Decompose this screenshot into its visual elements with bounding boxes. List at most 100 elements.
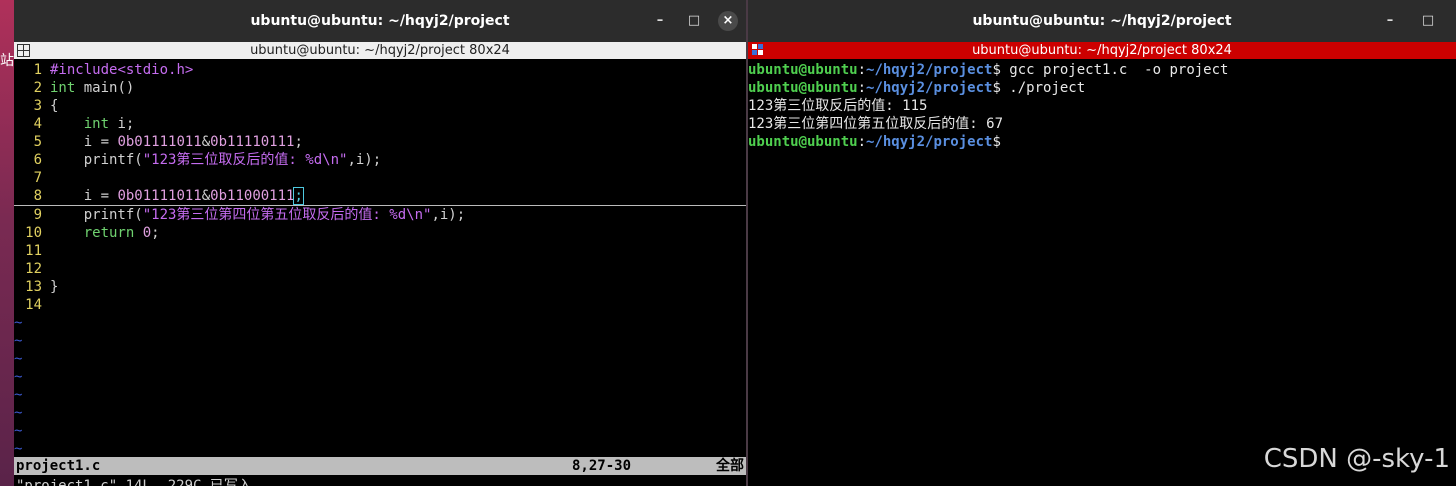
code-token: ;: [151, 225, 160, 241]
shell-output[interactable]: ubuntu@ubuntu:~/hqyj2/project$ gcc proje…: [748, 61, 1456, 151]
line-number: 14: [25, 297, 42, 313]
empty-line-marker: ~: [14, 351, 23, 367]
code-token: printf(: [50, 152, 143, 168]
code-line[interactable]: 2 int main(): [14, 79, 746, 97]
minimize-button[interactable]: –: [1380, 11, 1400, 31]
status-filename: project1.c: [16, 458, 101, 474]
empty-line-marker: ~: [14, 369, 23, 385]
vim-editor[interactable]: 1 #include<stdio.h> 2 int main() 3{4 int i; 5…: [14, 61, 746, 458]
line-number: 5: [33, 134, 42, 150]
output-text: 123第三位取反后的值: 115: [748, 98, 928, 114]
code-line[interactable]: 10 return 0;: [14, 224, 746, 242]
prompt-user: ubuntu@ubuntu: [748, 134, 858, 150]
code-token: "123第三位取反后的值: %d\n": [142, 152, 348, 168]
empty-line-marker: ~: [14, 405, 23, 421]
prompt-path: ~/hqyj2/project: [866, 80, 993, 96]
line-number: 13: [25, 279, 42, 295]
window-titlebar[interactable]: ubuntu@ubuntu: ~/hqyj2/project – □ ×: [14, 0, 746, 42]
desktop-background: 站: [0, 0, 14, 486]
terminal-window-shell[interactable]: ubuntu@ubuntu: ~/hqyj2/project – □ ubunt…: [748, 0, 1456, 486]
prompt-user: ubuntu@ubuntu: [748, 80, 858, 96]
line-number: 7: [33, 170, 42, 186]
line-number: 6: [33, 152, 42, 168]
status-scroll-percent: 全部: [716, 458, 744, 474]
code-line[interactable]: 1 #include<stdio.h>: [14, 61, 746, 79]
desktop-edge-glyph: 站: [0, 53, 14, 69]
code-token: &: [201, 134, 211, 150]
shell-prompt-line: ubuntu@ubuntu:~/hqyj2/project$ gcc proje…: [748, 61, 1456, 79]
code-token: i =: [50, 188, 118, 204]
prompt-separator: :: [857, 62, 867, 78]
code-token: return: [83, 225, 135, 241]
prompt-path: ~/hqyj2/project: [866, 134, 993, 150]
prompt-path: ~/hqyj2/project: [866, 62, 993, 78]
empty-line-marker: ~: [14, 441, 23, 457]
line-number: 8: [33, 188, 42, 204]
shell-prompt-line: ubuntu@ubuntu:~/hqyj2/project$: [748, 133, 1456, 151]
prompt-user: ubuntu@ubuntu: [748, 62, 858, 78]
code-line[interactable]: 13}: [14, 278, 746, 296]
line-number: 10: [25, 225, 42, 241]
code-token: ;: [294, 134, 303, 150]
code-token: 0b01111011: [117, 188, 202, 204]
code-token: main(): [75, 80, 135, 96]
code-token: <stdio.h>: [117, 62, 194, 78]
terminal-subtitle: ubuntu@ubuntu: ~/hqyj2/project 80x24: [972, 43, 1232, 58]
line-number: 2: [33, 80, 42, 96]
window-title: ubuntu@ubuntu: ~/hqyj2/project: [250, 13, 510, 29]
code-token: ,i);: [431, 207, 466, 223]
code-line[interactable]: 9 printf("123第三位第四位第五位取反后的值: %d\n",i);: [14, 206, 746, 224]
code-token: &: [201, 188, 211, 204]
code-token: "123第三位第四位第五位取反后的值: %d\n": [142, 207, 432, 223]
code-line[interactable]: 5 i = 0b01111011&0b11110111;: [14, 133, 746, 151]
maximize-button[interactable]: □: [684, 11, 704, 31]
code-line[interactable]: 11: [14, 242, 746, 260]
shell-prompt-line: ubuntu@ubuntu:~/hqyj2/project$ ./project: [748, 79, 1456, 97]
program-output-line: 123第三位第四位第五位取反后的值: 67: [748, 115, 1456, 133]
code-token: ,i);: [347, 152, 382, 168]
window-titlebar[interactable]: ubuntu@ubuntu: ~/hqyj2/project – □: [748, 0, 1456, 42]
code-token: 0b01111011: [117, 134, 202, 150]
prompt-separator: :: [857, 80, 867, 96]
terminal-subtitle-bar: ubuntu@ubuntu: ~/hqyj2/project 80x24: [748, 42, 1456, 59]
code-token: 0: [142, 225, 152, 241]
code-line[interactable]: 6 printf("123第三位取反后的值: %d\n",i);: [14, 151, 746, 169]
line-number: 12: [25, 261, 42, 277]
shell-command: $ gcc project1.c -o project: [992, 62, 1229, 78]
code-line[interactable]: 3{: [14, 97, 746, 115]
terminal-subtitle: ubuntu@ubuntu: ~/hqyj2/project 80x24: [250, 43, 510, 58]
code-line[interactable]: 8 i = 0b01111011&0b11000111;: [14, 187, 746, 206]
terminal-window-editor[interactable]: ubuntu@ubuntu: ~/hqyj2/project – □ × ubu…: [14, 0, 746, 486]
code-token: 0b11110111: [210, 134, 295, 150]
empty-line-marker: ~: [14, 387, 23, 403]
line-number: 11: [25, 243, 42, 259]
line-number: 9: [33, 207, 42, 223]
code-line[interactable]: 12: [14, 260, 746, 278]
text-cursor: ;: [293, 187, 304, 205]
code-line[interactable]: 4 int i;: [14, 115, 746, 133]
output-text: 123第三位第四位第五位取反后的值: 67: [748, 116, 1004, 132]
minimize-button[interactable]: –: [650, 11, 670, 31]
shell-command: $ ./project: [992, 80, 1086, 96]
code-line[interactable]: 14: [14, 296, 746, 314]
window-title: ubuntu@ubuntu: ~/hqyj2/project: [972, 13, 1232, 29]
line-number: 1: [33, 62, 42, 78]
code-token: 0b11000111: [210, 188, 295, 204]
csdn-watermark: CSDN @-sky-1: [1263, 444, 1450, 474]
code-token: int: [50, 80, 76, 96]
shell-command: $: [992, 134, 1001, 150]
code-token: i =: [50, 134, 118, 150]
line-number: 4: [33, 116, 42, 132]
program-output-line: 123第三位取反后的值: 115: [748, 97, 1456, 115]
prompt-separator: :: [857, 134, 867, 150]
close-button[interactable]: ×: [718, 11, 738, 31]
empty-line-marker: ~: [14, 333, 23, 349]
maximize-button[interactable]: □: [1418, 11, 1438, 31]
status-cursor-position: 8,27-30: [572, 458, 632, 474]
code-line[interactable]: 7: [14, 169, 746, 187]
code-token: #include: [50, 62, 118, 78]
terminal-subtitle-bar: ubuntu@ubuntu: ~/hqyj2/project 80x24: [14, 42, 746, 59]
